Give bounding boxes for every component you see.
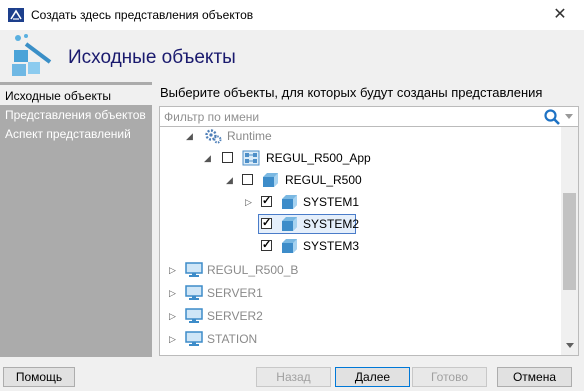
next-button[interactable]: Далее bbox=[335, 367, 410, 387]
finish-button[interactable]: Готово bbox=[412, 367, 487, 387]
filter-input[interactable] bbox=[164, 109, 534, 124]
tree-node-label: Runtime bbox=[227, 129, 272, 143]
cube-icon bbox=[282, 217, 297, 231]
expand-arrow-icon[interactable]: ▷ bbox=[245, 198, 253, 207]
checkbox[interactable]: ✓ bbox=[261, 218, 272, 229]
expand-arrow-icon[interactable]: ▷ bbox=[169, 266, 177, 275]
vertical-scrollbar[interactable] bbox=[561, 127, 578, 355]
page-header: Исходные объекты bbox=[0, 30, 584, 82]
computer-icon bbox=[185, 308, 203, 323]
collapse-arrow-icon[interactable]: ◢ bbox=[186, 132, 194, 141]
window-title: Создать здесь представления объектов bbox=[31, 8, 254, 22]
sidebar: Исходные объекты Представления объектов … bbox=[0, 82, 152, 357]
collapse-arrow-icon[interactable]: ◢ bbox=[226, 176, 234, 185]
search-icon[interactable] bbox=[543, 108, 561, 126]
collapse-arrow-icon[interactable]: ◢ bbox=[204, 154, 212, 163]
scroll-down-arrow-icon[interactable] bbox=[566, 343, 574, 348]
computer-icon bbox=[185, 262, 203, 277]
cube-icon bbox=[263, 173, 278, 187]
chevron-down-icon[interactable] bbox=[565, 114, 573, 119]
computer-icon bbox=[185, 331, 203, 346]
scrollbar-thumb[interactable] bbox=[563, 193, 576, 290]
checkbox[interactable]: ✓ bbox=[261, 196, 272, 207]
back-button[interactable]: Назад bbox=[256, 367, 331, 387]
tree-node-label: STATION bbox=[207, 332, 258, 346]
expand-arrow-icon[interactable]: ▷ bbox=[169, 289, 177, 298]
close-icon[interactable]: ✕ bbox=[548, 4, 572, 26]
filter-box bbox=[159, 106, 579, 127]
magic-wand-objects-icon bbox=[12, 34, 52, 76]
checkbox[interactable] bbox=[242, 174, 253, 185]
page-title: Исходные объекты bbox=[68, 47, 236, 68]
object-tree: ◢ Runtime ◢ REGUL_R500_App ◢ REGUL_R500 … bbox=[159, 127, 579, 356]
app-blocks-icon bbox=[242, 150, 260, 166]
expand-arrow-icon[interactable]: ▷ bbox=[169, 335, 177, 344]
instruction-text: Выберите объекты, для которых будут созд… bbox=[160, 85, 543, 100]
app-logo-icon bbox=[8, 8, 24, 22]
tree-node-label: SYSTEM3 bbox=[303, 239, 360, 253]
checkbox[interactable] bbox=[222, 152, 233, 163]
cube-icon bbox=[282, 195, 297, 209]
sidebar-item-object-views[interactable]: Представления объектов bbox=[5, 108, 146, 122]
title-bar: Создать здесь представления объектов ✕ bbox=[0, 0, 584, 30]
runtime-gears-icon bbox=[205, 129, 222, 144]
tree-node-label: SERVER2 bbox=[207, 309, 263, 323]
tree-node-label: REGUL_R500_App bbox=[266, 151, 371, 165]
cancel-button[interactable]: Отмена bbox=[497, 367, 572, 387]
help-button[interactable]: Помощь bbox=[3, 367, 75, 387]
tree-node-label: REGUL_R500 bbox=[285, 173, 362, 187]
sidebar-item-label: Исходные объекты bbox=[5, 89, 111, 103]
tree-node-label: REGUL_R500_B bbox=[207, 263, 299, 277]
tree-node-label: SERVER1 bbox=[207, 286, 263, 300]
tree-node-label: SYSTEM2 bbox=[303, 217, 360, 231]
sidebar-item-views-aspect[interactable]: Аспект представлений bbox=[5, 127, 131, 141]
checkbox[interactable]: ✓ bbox=[261, 240, 272, 251]
sidebar-item-source-objects[interactable]: Исходные объекты bbox=[0, 85, 152, 105]
tree-node-label: SYSTEM1 bbox=[303, 195, 360, 209]
expand-arrow-icon[interactable]: ▷ bbox=[169, 312, 177, 321]
computer-icon bbox=[185, 285, 203, 300]
cube-icon bbox=[282, 239, 297, 253]
